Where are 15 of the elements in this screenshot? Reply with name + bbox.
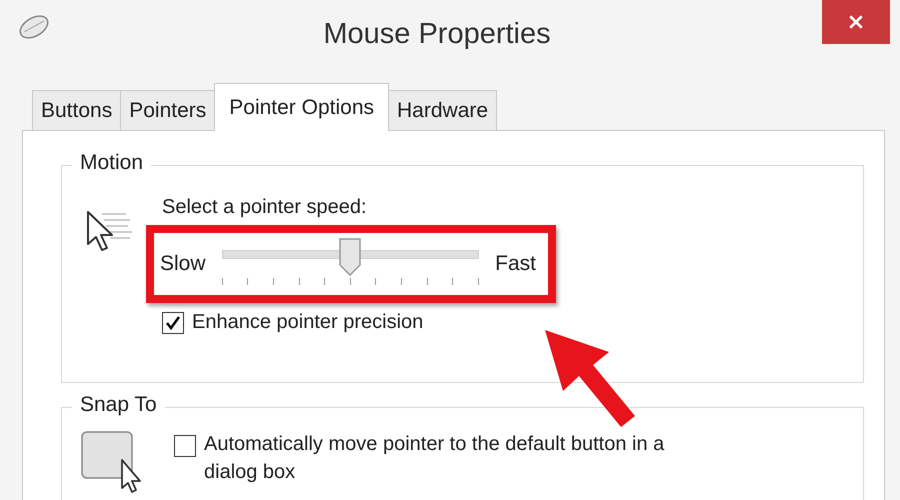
close-button[interactable]	[822, 0, 890, 44]
fast-label: Fast	[495, 252, 536, 276]
checkbox[interactable]	[162, 312, 184, 334]
speed-label: Select a pointer speed:	[162, 196, 368, 219]
close-icon	[848, 14, 864, 30]
tab[interactable]: Pointer Options	[214, 83, 390, 131]
tab[interactable]: Pointers	[120, 90, 216, 130]
tab[interactable]: Hardware	[388, 90, 498, 130]
check-icon	[165, 314, 181, 330]
checkbox[interactable]	[174, 435, 196, 457]
window-title: Mouse Properties	[322, 18, 552, 51]
slider-thumb[interactable]	[339, 238, 362, 276]
tab[interactable]: Buttons	[32, 90, 122, 130]
group-legend: Snap To	[72, 393, 165, 417]
slow-label: Slow	[160, 252, 206, 276]
